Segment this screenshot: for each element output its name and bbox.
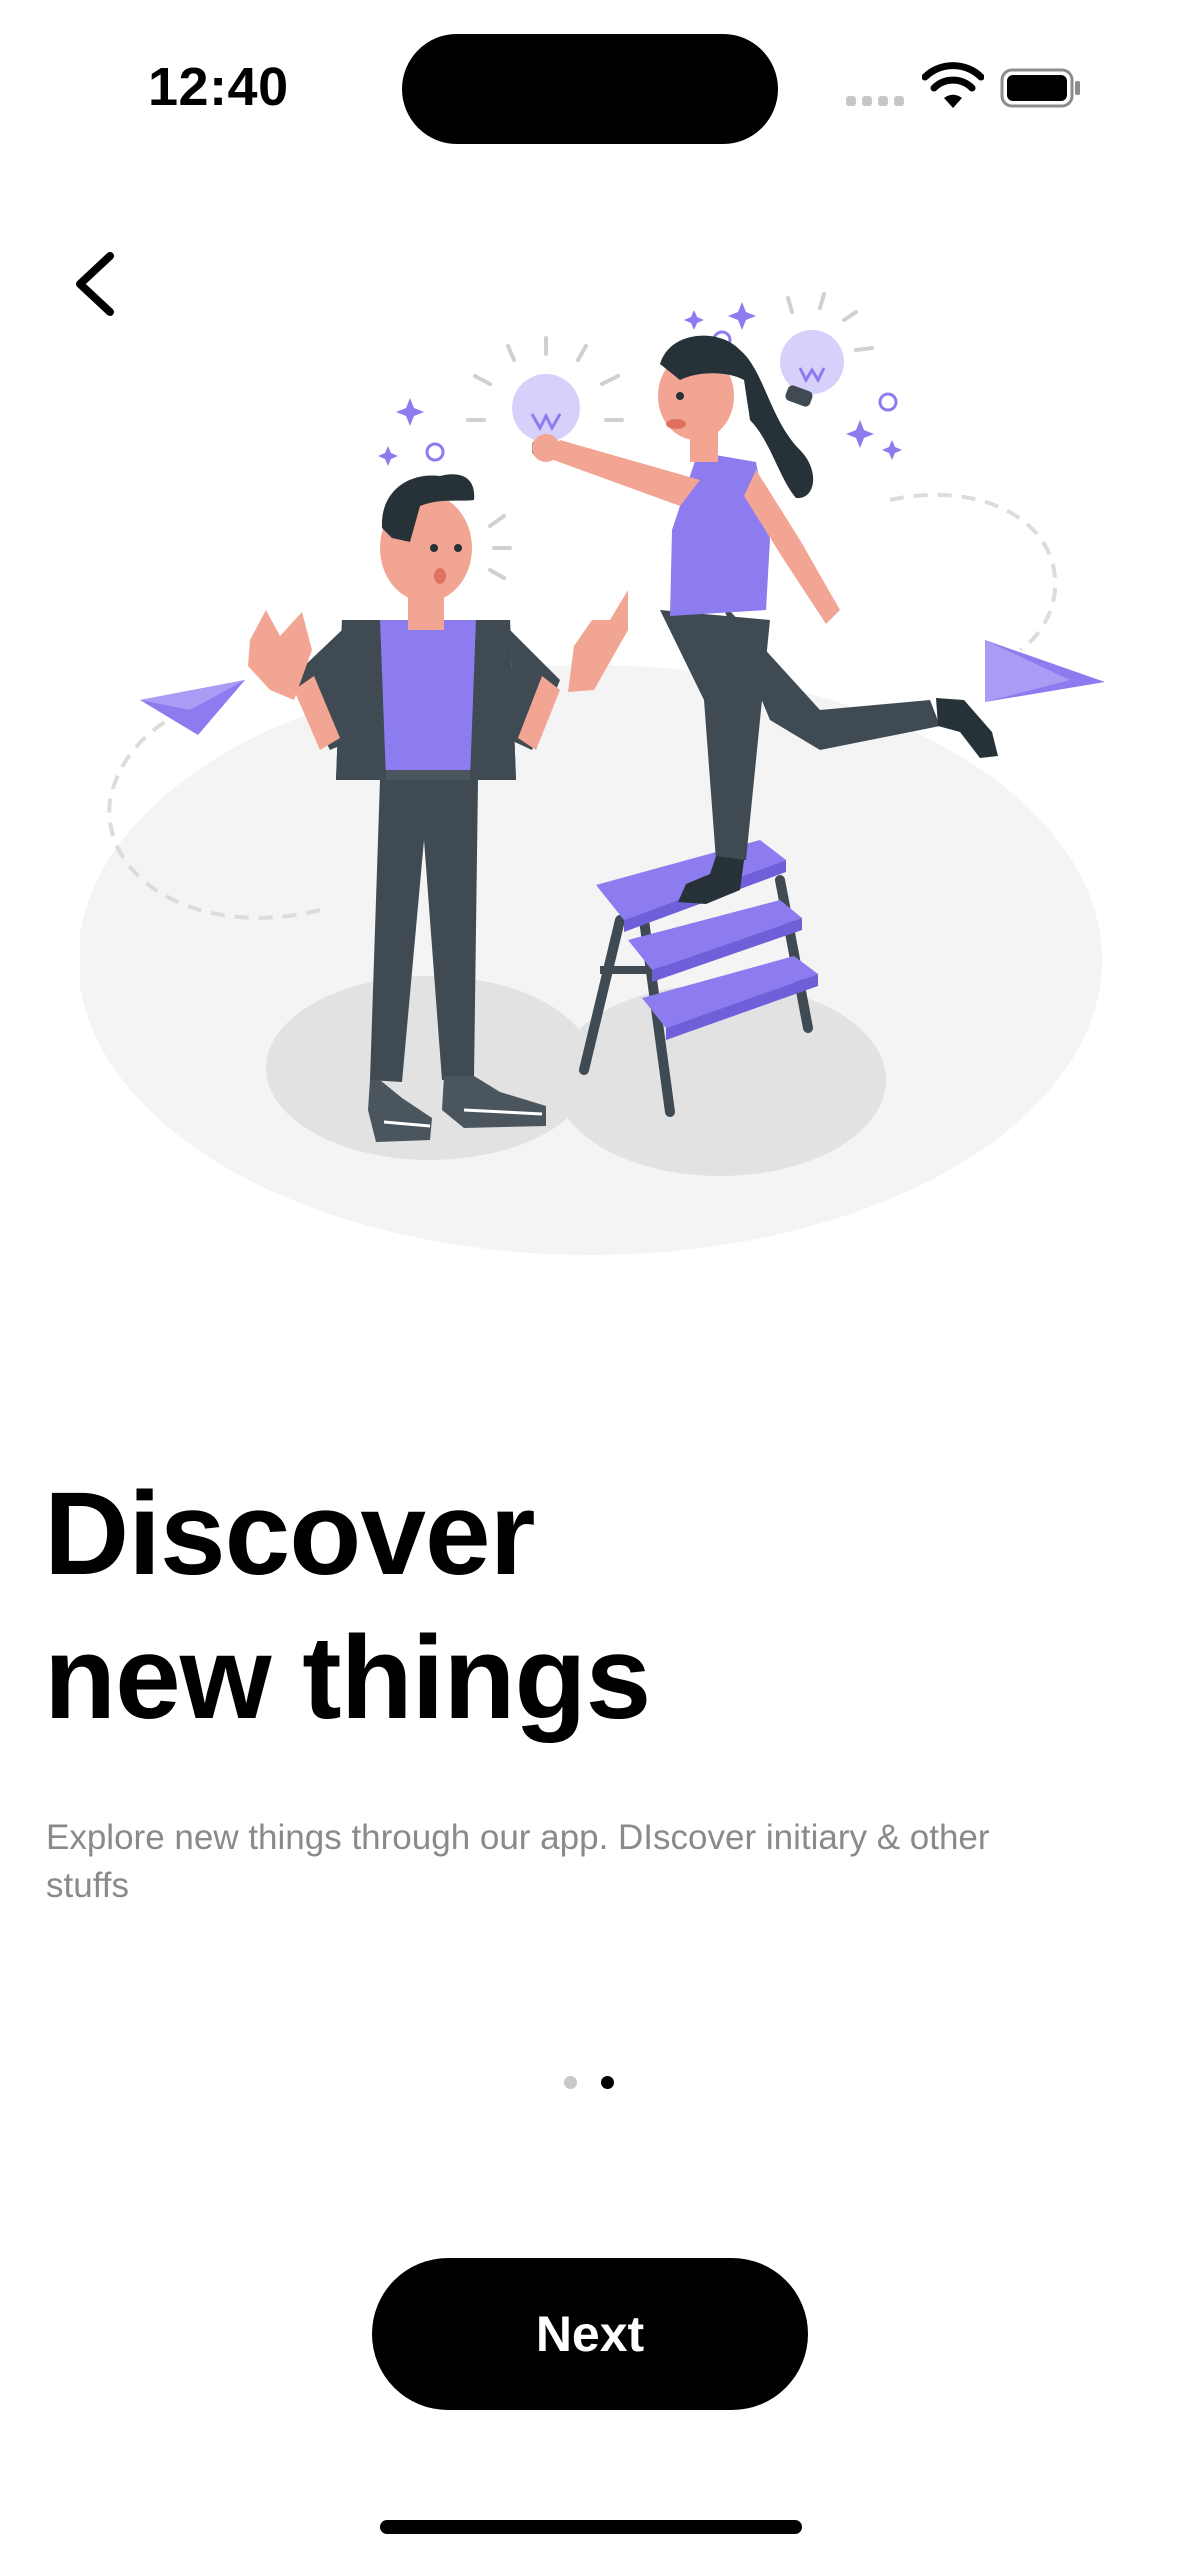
page-dot-1[interactable]: [564, 2076, 577, 2089]
onboarding-description: Explore new things through our app. DIsc…: [46, 1818, 990, 1905]
wifi-icon: [922, 62, 984, 108]
dynamic-island: [402, 34, 778, 144]
headline-line-1: Discover: [44, 1468, 536, 1600]
lightbulb-icon: [780, 292, 874, 407]
onboarding-illustration: [80, 292, 1105, 1255]
ground-ellipse: [80, 665, 1102, 1255]
battery-icon: [1000, 68, 1080, 108]
status-time: 12:40: [148, 57, 289, 117]
page-indicator: [564, 2076, 614, 2089]
home-indicator[interactable]: [380, 2520, 802, 2534]
onboarding-headline: Discover new things: [44, 1462, 1144, 1750]
headline-line-2: new things: [44, 1612, 651, 1744]
cellular-signal-icon: [846, 96, 904, 106]
onboarding-screen: 12:40 Discover new things Explore new th…: [0, 0, 1179, 2556]
next-button[interactable]: Next: [372, 2258, 808, 2410]
paper-plane-right-icon: [985, 640, 1105, 702]
page-dot-2-active[interactable]: [601, 2076, 614, 2089]
dashed-path-right: [889, 492, 1058, 652]
